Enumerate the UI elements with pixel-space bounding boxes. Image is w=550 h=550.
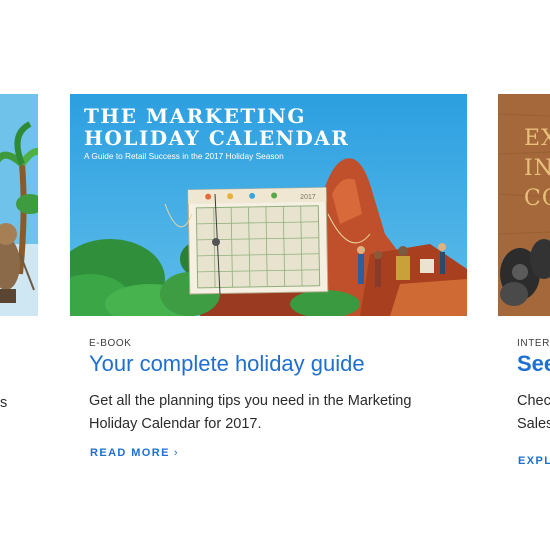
card-title[interactable]: See <box>517 351 550 377</box>
cover-line: CO <box>524 186 550 211</box>
card-description: Get all the planning tips you need in th… <box>89 393 412 432</box>
cover-line: IN <box>524 156 550 181</box>
card-type-label: INTER <box>517 338 550 349</box>
card-description-line: Chec <box>517 393 550 409</box>
hero-title-line-2: HOLIDAY CALENDAR <box>84 126 349 150</box>
hero-title-line-1: THE MARKETING <box>84 104 306 128</box>
cover-text: EX IN CO <box>524 124 550 214</box>
explore-link[interactable]: EXPL <box>518 455 550 467</box>
chevron-right-icon: › <box>173 447 179 459</box>
calendar-year-label: 2017 <box>300 194 316 201</box>
card-image-tropical <box>0 94 38 316</box>
card-image-binoculars: EX IN CO <box>498 94 550 316</box>
card-description: Chec Sales <box>517 390 550 436</box>
card-description-fragment: s <box>0 395 8 411</box>
card-type-label: E-BOOK <box>89 338 132 349</box>
card-description-line: Sales <box>517 416 550 432</box>
cover-line: EX <box>524 126 550 151</box>
read-more-link[interactable]: READ MORE › <box>90 447 179 459</box>
card-image-holiday-calendar[interactable]: 2017 THE MARKETING HOLIDAY CALENDAR A Gu… <box>70 94 467 316</box>
read-more-label: READ MORE <box>90 447 170 459</box>
hero-subtitle: A Guide to Retail Success in the 2017 Ho… <box>84 151 284 161</box>
card-title[interactable]: Your complete holiday guide <box>89 351 365 377</box>
